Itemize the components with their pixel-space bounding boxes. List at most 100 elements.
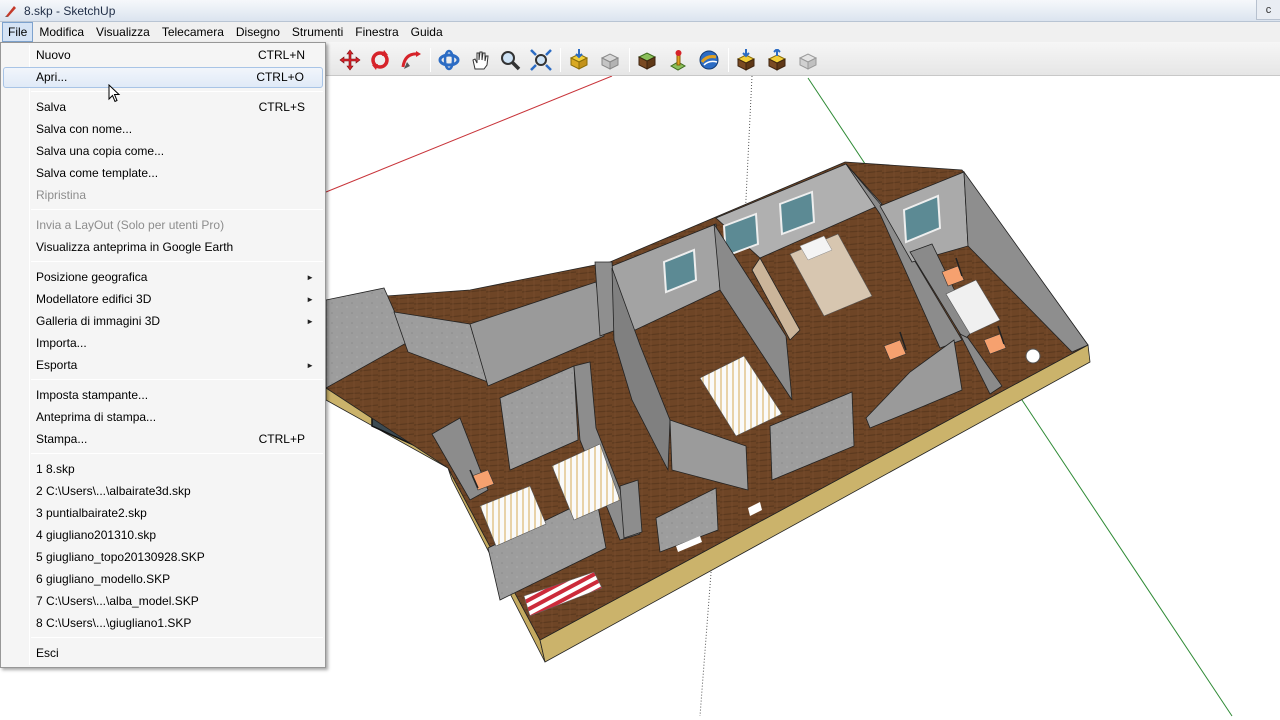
zoom-extents-button[interactable]	[528, 47, 554, 73]
blue-axis-lower	[699, 559, 713, 717]
menu-item-label: Galleria di immagini 3D	[36, 314, 161, 328]
recent-file-4[interactable]: 4 giugliano201310.skp	[3, 525, 323, 546]
terrain-icon	[767, 49, 787, 71]
follow-me-tool-button[interactable]	[398, 47, 424, 73]
menu-item-posizione-geografica[interactable]: Posizione geografica ►	[3, 267, 323, 288]
mouse-cursor-icon	[108, 84, 121, 103]
partition-9	[619, 479, 643, 539]
toggle-terrain-button[interactable]	[764, 47, 790, 73]
pan-hand-icon	[472, 51, 489, 70]
get-models-icon	[569, 49, 589, 70]
menu-item-salva-copia[interactable]: Salva una copia come...	[3, 141, 323, 162]
menu-item-ripristina: Ripristina	[3, 185, 323, 206]
menu-item-label: Esci	[36, 646, 59, 660]
rotate-tool-button[interactable]	[367, 47, 393, 73]
menu-item-label: Salva	[36, 100, 67, 114]
file-menu-dropdown: Nuovo CTRL+N Apri... CTRL+O Salva CTRL+S…	[0, 42, 326, 668]
photo-textures-button[interactable]	[634, 47, 660, 73]
menu-item-label: Esporta	[36, 358, 78, 372]
orbit-tool-button[interactable]	[436, 47, 462, 73]
zoom-extents-icon	[530, 49, 552, 71]
close-window-button[interactable]: c	[1256, 0, 1280, 20]
orbit-icon	[438, 49, 460, 71]
recent-file-3[interactable]: 3 puntialbairate2.skp	[3, 503, 323, 524]
get-view-icon	[736, 49, 756, 71]
menu-finestra[interactable]: Finestra	[349, 22, 404, 42]
menu-visualizza[interactable]: Visualizza	[90, 22, 156, 42]
menu-item-label: Posizione geografica	[36, 270, 148, 284]
menu-item-label: Nuovo	[36, 48, 71, 62]
add-location-button[interactable]	[665, 47, 691, 73]
pan-tool-button[interactable]	[467, 47, 493, 73]
menu-item-label: Ripristina	[36, 188, 87, 202]
menu-item-shortcut: CTRL+N	[257, 48, 305, 62]
submenu-arrow-icon: ►	[306, 317, 314, 326]
menu-item-label: Salva come template...	[36, 166, 159, 180]
menu-disegno[interactable]: Disegno	[230, 22, 286, 42]
add-location-icon	[669, 50, 687, 71]
menu-item-shortcut: CTRL+P	[258, 432, 305, 446]
share-model-button[interactable]	[597, 47, 623, 73]
get-models-button[interactable]	[566, 47, 592, 73]
preview-google-earth-button[interactable]	[696, 47, 722, 73]
menu-item-apri[interactable]: Apri... CTRL+O	[3, 67, 323, 88]
recent-file-2[interactable]: 2 C:\Users\...\albairate3d.skp	[3, 481, 323, 502]
place-model-icon	[798, 53, 818, 70]
photo-textures-icon	[637, 52, 657, 70]
menu-item-invia-layout: Invia a LayOut (Solo per utenti Pro)	[3, 215, 323, 236]
menu-item-importa[interactable]: Importa...	[3, 333, 323, 354]
red-axis	[325, 76, 613, 193]
window-title: 8.skp - SketchUp	[24, 3, 116, 18]
menu-item-salva[interactable]: Salva CTRL+S	[3, 97, 323, 118]
menu-item-salva-con-nome[interactable]: Salva con nome...	[3, 119, 323, 140]
menu-item-salva-template[interactable]: Salva come template...	[3, 163, 323, 184]
menu-item-modellatore-edifici[interactable]: Modellatore edifici 3D ►	[3, 289, 323, 310]
google-earth-icon	[699, 50, 719, 70]
move-tool-button[interactable]	[337, 47, 363, 73]
submenu-arrow-icon: ►	[306, 295, 314, 304]
menu-item-nuovo[interactable]: Nuovo CTRL+N	[3, 45, 323, 66]
zoom-tool-button[interactable]	[497, 47, 523, 73]
menu-item-stampa[interactable]: Stampa... CTRL+P	[3, 429, 323, 450]
menu-item-esporta[interactable]: Esporta ►	[3, 355, 323, 376]
menu-bar: File Modifica Visualizza Telecamera Dise…	[0, 22, 1280, 42]
rotate-icon	[371, 50, 389, 70]
menu-modifica[interactable]: Modifica	[33, 22, 90, 42]
menu-item-galleria-immagini[interactable]: Galleria di immagini 3D ►	[3, 311, 323, 332]
menu-item-anteprima-stampa[interactable]: Anteprima di stampa...	[3, 407, 323, 428]
menu-item-label: Stampa...	[36, 432, 88, 446]
menu-item-label: Importa...	[36, 336, 87, 350]
menu-strumenti[interactable]: Strumenti	[286, 22, 349, 42]
menu-item-imposta-stampante[interactable]: Imposta stampante...	[3, 385, 323, 406]
menu-item-esci[interactable]: Esci	[3, 643, 323, 664]
menu-item-google-earth[interactable]: Visualizza anteprima in Google Earth	[3, 237, 323, 258]
sketchup-app-icon	[5, 5, 16, 17]
get-current-view-button[interactable]	[733, 47, 759, 73]
menu-telecamera[interactable]: Telecamera	[156, 22, 230, 42]
menu-item-label: Modellatore edifici 3D	[36, 292, 152, 306]
menu-item-label: Apri...	[36, 70, 68, 84]
recent-file-8[interactable]: 8 C:\Users\...\giugliano1.SKP	[3, 613, 323, 634]
share-model-icon	[600, 53, 620, 70]
submenu-arrow-icon: ►	[306, 273, 314, 282]
recent-file-7[interactable]: 7 C:\Users\...\alba_model.SKP	[3, 591, 323, 612]
move-icon	[339, 49, 361, 71]
follow-me-icon	[401, 51, 421, 69]
menu-item-label: Anteprima di stampa...	[36, 410, 157, 424]
menu-item-label: Invia a LayOut (Solo per utenti Pro)	[36, 218, 225, 232]
zoom-icon	[501, 51, 521, 71]
title-bar: 8.skp - SketchUp c	[0, 0, 1280, 22]
menu-item-label: Salva una copia come...	[36, 144, 165, 158]
menu-file[interactable]: File	[2, 22, 34, 42]
menu-item-label: Visualizza anteprima in Google Earth	[36, 240, 234, 254]
recent-file-6[interactable]: 6 giugliano_modello.SKP	[3, 569, 323, 590]
place-model-button[interactable]	[795, 47, 821, 73]
menu-item-label: Salva con nome...	[36, 122, 133, 136]
menu-guida[interactable]: Guida	[405, 22, 449, 42]
menu-item-shortcut: CTRL+O	[256, 70, 304, 84]
menu-item-shortcut: CTRL+S	[258, 100, 305, 114]
recent-file-5[interactable]: 5 giugliano_topo20130928.SKP	[3, 547, 323, 568]
sink	[1025, 348, 1041, 364]
menu-item-label: Imposta stampante...	[36, 388, 149, 402]
recent-file-1[interactable]: 1 8.skp	[3, 459, 323, 480]
